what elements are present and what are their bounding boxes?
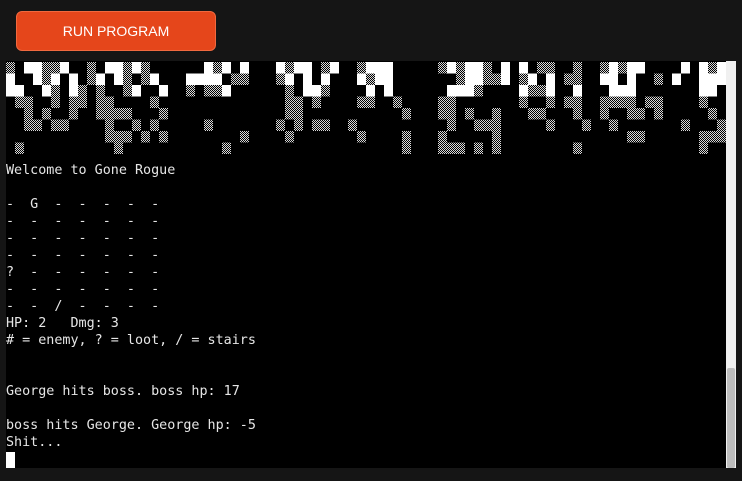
terminal-line: - - - - - - - [6, 282, 160, 297]
text-cursor [6, 452, 15, 468]
toolbar: RUN PROGRAM [0, 0, 742, 61]
terminal-line: # = enemy, ? = loot, / = stairs [6, 333, 256, 348]
terminal-line: - - - - - - - [6, 214, 160, 229]
terminal-line: boss hits George. George hp: -5 [6, 418, 256, 433]
terminal-line: - - - - - - - [6, 248, 160, 263]
terminal-line: HP: 2 Dmg: 3 [6, 316, 119, 331]
terminal-output[interactable]: Welcome to Gone Rogue - G - - - - - - - … [6, 61, 726, 468]
terminal-line: Welcome to Gone Rogue [6, 163, 176, 178]
terminal-line: George hits boss. boss hp: 17 [6, 384, 240, 399]
terminal-line: ? - - - - - - [6, 265, 160, 280]
ascii-art-banner [6, 62, 726, 154]
terminal-line: - - - - - - - [6, 231, 160, 246]
scrollbar-thumb[interactable] [727, 368, 735, 468]
terminal-line: - - / - - - - [6, 299, 160, 314]
terminal-line: Shit... [6, 435, 63, 450]
terminal-line: - G - - - - - [6, 197, 160, 212]
terminal-text: Welcome to Gone Rogue - G - - - - - - - … [6, 162, 256, 451]
bottom-bar [0, 468, 742, 481]
run-program-button[interactable]: RUN PROGRAM [16, 11, 216, 51]
